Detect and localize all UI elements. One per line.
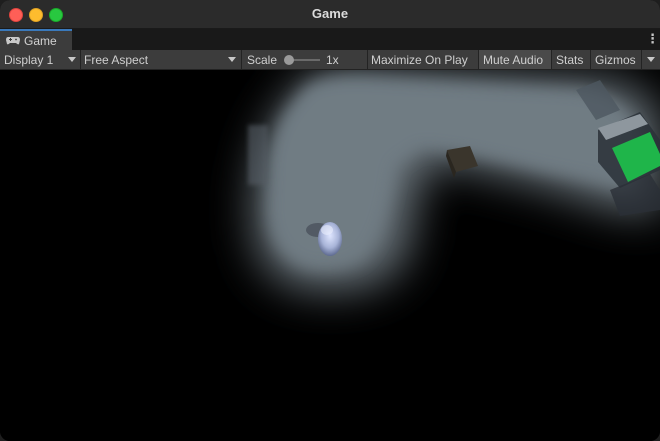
game-window: Game Game ⋮ Display 1 Free Aspect Scale … [0, 0, 660, 441]
gizmos-chevron-down-icon[interactable] [647, 57, 655, 62]
scale-value: 1x [326, 52, 339, 67]
gamepad-icon [6, 36, 20, 45]
window-title: Game [311, 6, 349, 21]
aspect-chevron-down-icon [228, 57, 236, 62]
tab-strip: Game ⋮ [0, 29, 660, 50]
game-toolbar: Display 1 Free Aspect Scale 1x Maximize … [0, 50, 660, 70]
maximize-on-play-toggle[interactable]: Maximize On Play [371, 50, 468, 69]
game-scene-render [248, 70, 660, 290]
game-view-viewport[interactable] [0, 70, 660, 441]
aspect-dropdown-label: Free Aspect [84, 52, 149, 67]
tab-game[interactable]: Game [0, 29, 72, 50]
scale-slider-handle[interactable] [284, 55, 294, 65]
more-options-icon[interactable]: ⋮ [646, 32, 659, 46]
stats-toggle[interactable]: Stats [556, 50, 583, 69]
tab-game-label: Game [24, 33, 57, 48]
gizmos-toggle[interactable]: Gizmos [595, 50, 636, 69]
display-dropdown-label: Display 1 [4, 52, 54, 67]
wall-shadow [248, 125, 268, 185]
scale-label: Scale [247, 52, 278, 67]
title-bar: Game [0, 0, 660, 29]
mute-audio-toggle[interactable]: Mute Audio [479, 50, 551, 69]
aspect-dropdown[interactable]: Free Aspect [84, 50, 240, 69]
display-chevron-down-icon [68, 57, 76, 62]
